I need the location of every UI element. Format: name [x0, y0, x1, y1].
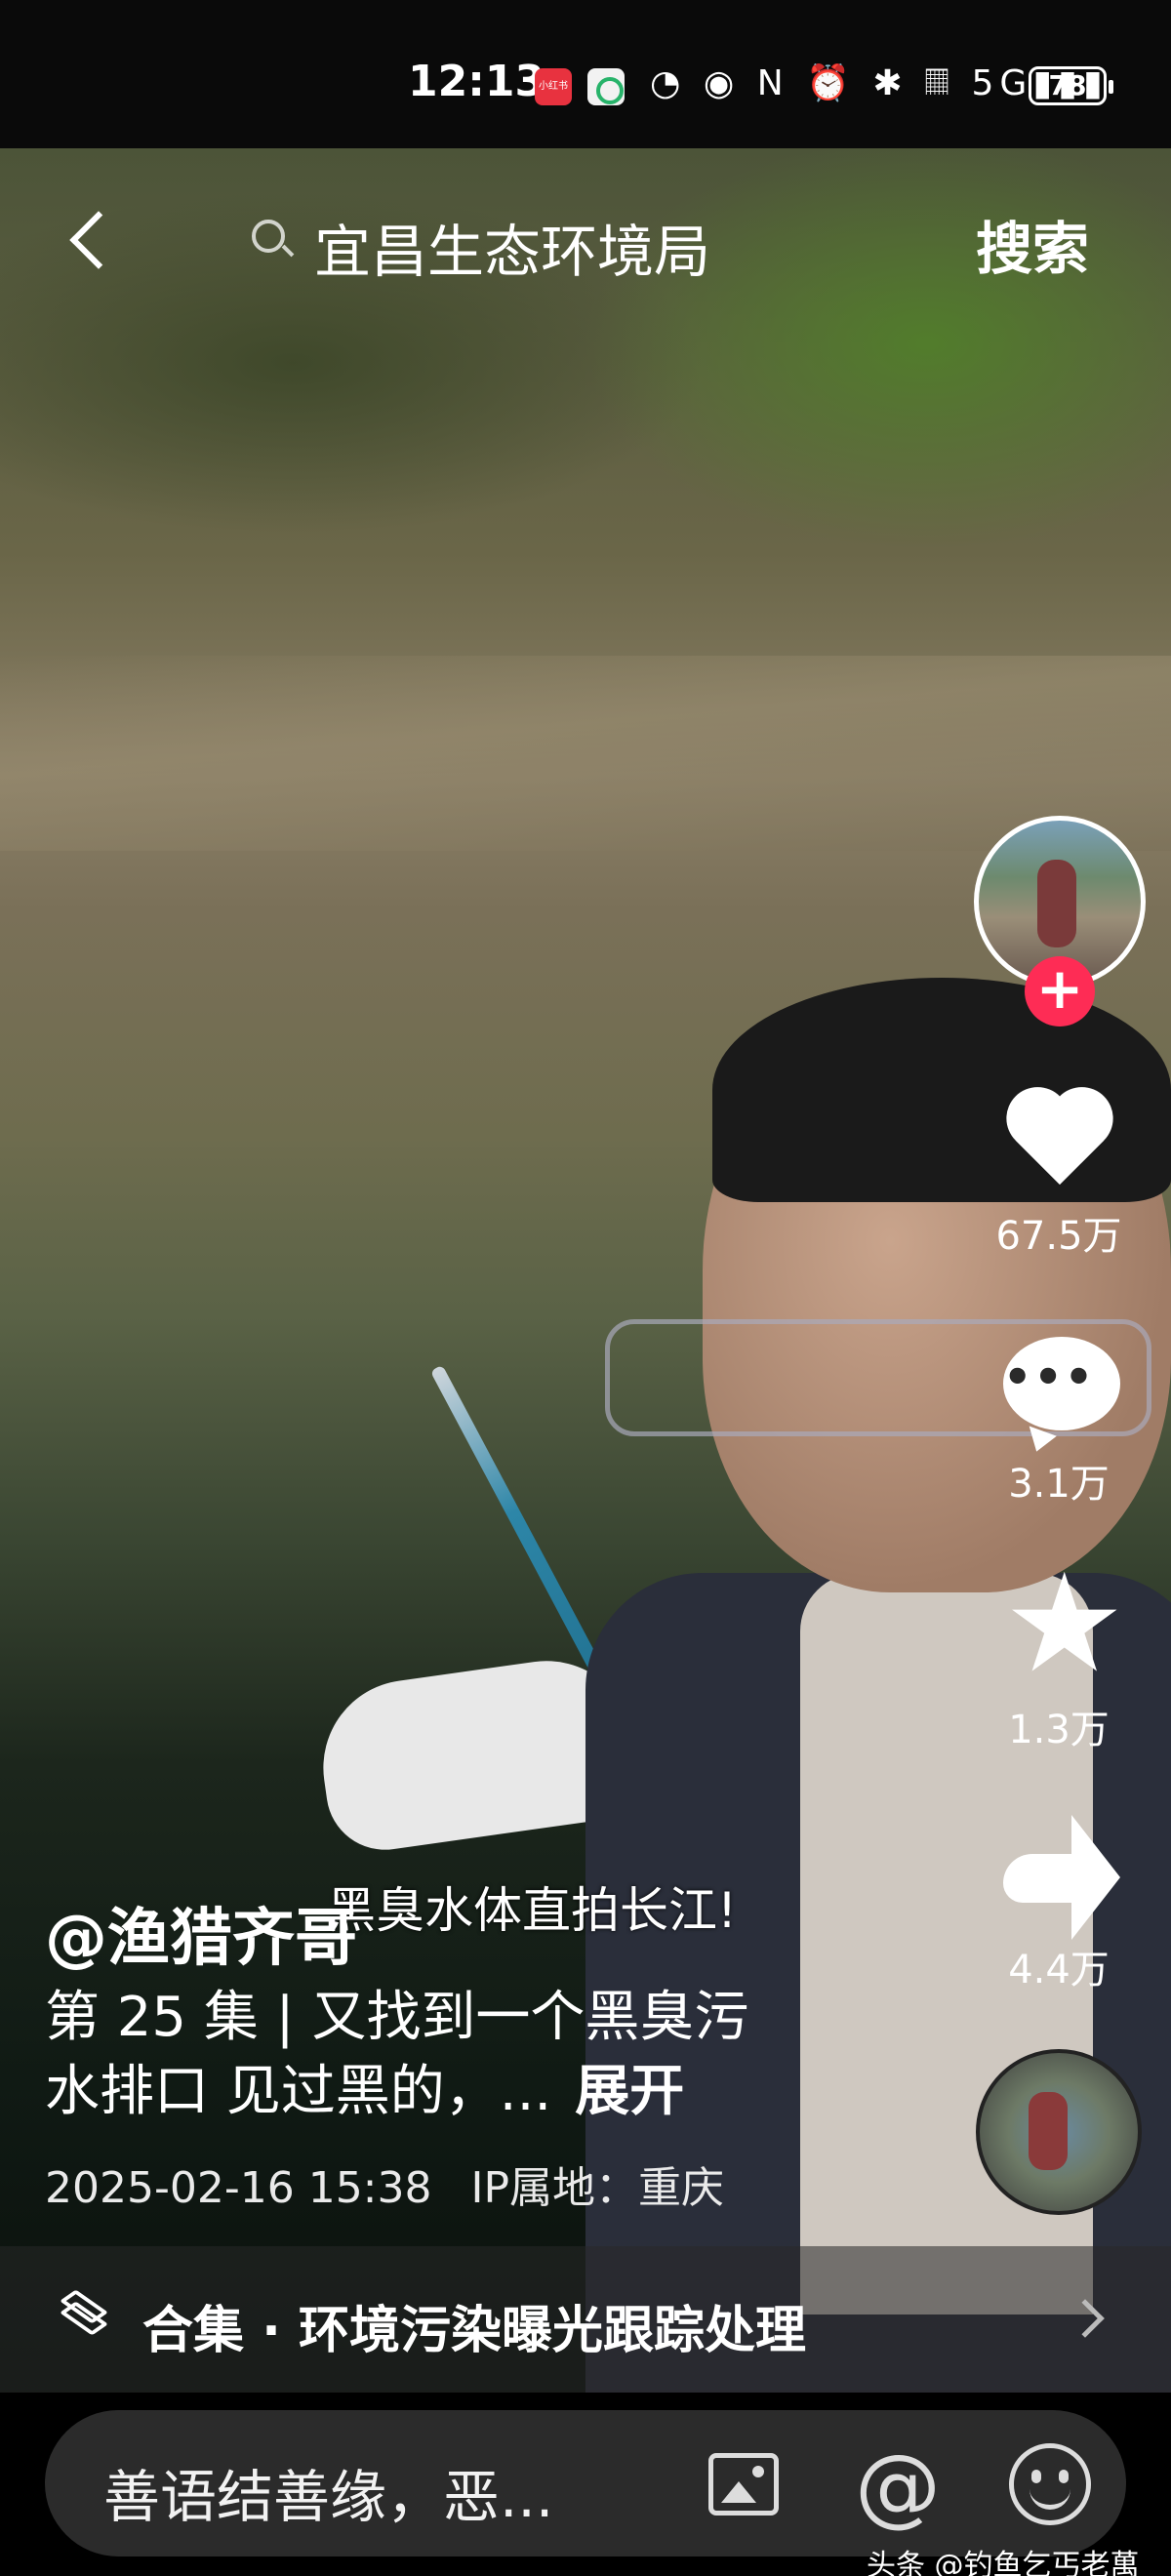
- image-icon[interactable]: [708, 2453, 779, 2516]
- share-arrow-head: [1071, 1815, 1120, 1940]
- back-button[interactable]: [59, 200, 117, 278]
- post-meta: 2025-02-16 15:38 IP属地：重庆: [45, 2153, 724, 2215]
- search-icon: [252, 220, 285, 253]
- battery-icon: 78: [1029, 66, 1113, 105]
- collection-bar[interactable]: 合集 · 环境污染曝光跟踪处理: [0, 2246, 1171, 2393]
- author-username[interactable]: @渔猎齐哥: [45, 1888, 357, 1978]
- comment-dots: •••: [1003, 1350, 1096, 1403]
- like-count: 67.5万: [995, 1214, 1122, 1259]
- comment-bubble-icon[interactable]: •••: [1003, 1337, 1120, 1457]
- video-riverbank: [0, 656, 1171, 851]
- expand-button[interactable]: 展开: [575, 2060, 684, 2123]
- search-box[interactable]: 宜昌生态环境局: [224, 181, 790, 298]
- comment-count: 3.1万: [1008, 1462, 1110, 1507]
- layers-icon: [60, 2289, 108, 2344]
- description-line-2: 水排口 见过黑的，...: [45, 2060, 552, 2123]
- post-description[interactable]: 第 25 集 | 又找到一个黑臭污 水排口 见过黑的，... 展开: [45, 1981, 904, 2129]
- status-time: 12:13: [408, 57, 545, 106]
- music-disc-avatar[interactable]: [976, 2049, 1142, 2215]
- xiaohongshu-app-icon: 小红书: [535, 68, 572, 105]
- chevron-right-icon: [1066, 2299, 1105, 2338]
- share-count: 4.4万: [1008, 1948, 1110, 1992]
- watermark: 头条 @钓鱼乞丐老萬: [867, 2549, 1140, 2576]
- comment-placeholder: 善语结善缘，恶...: [103, 2464, 554, 2530]
- favorite-count: 1.3万: [1008, 1708, 1110, 1752]
- favorite-star-icon[interactable]: ★: [1003, 1556, 1126, 1693]
- share-arrow-icon[interactable]: [1003, 1815, 1120, 1940]
- status-bar: 12:13 小红书 ◔ ◉ N ⏰ ✱ 𝄜 5G▮▮▮ 78: [0, 0, 1171, 156]
- wallet-app-icon: [587, 68, 625, 105]
- description-line-1: 第 25 集 | 又找到一个黑臭污: [45, 1986, 749, 2049]
- mention-at-icon[interactable]: @: [855, 2435, 941, 2536]
- comment-input[interactable]: 善语结善缘，恶... @: [45, 2410, 1126, 2556]
- follow-button[interactable]: +: [1025, 956, 1095, 1026]
- search-button[interactable]: 搜索: [976, 203, 1089, 285]
- emoji-icon[interactable]: [1009, 2443, 1091, 2525]
- ip-location: IP属地：重庆: [470, 2163, 725, 2213]
- video-overlay-caption: 黑臭水体直拍长江!: [327, 1882, 738, 1939]
- post-date: 2025-02-16 15:38: [45, 2163, 432, 2213]
- like-heart-icon[interactable]: [1003, 1083, 1120, 1190]
- search-query[interactable]: 宜昌生态环境局: [314, 206, 710, 288]
- collection-label: 合集 · 环境污染曝光跟踪处理: [142, 2302, 806, 2360]
